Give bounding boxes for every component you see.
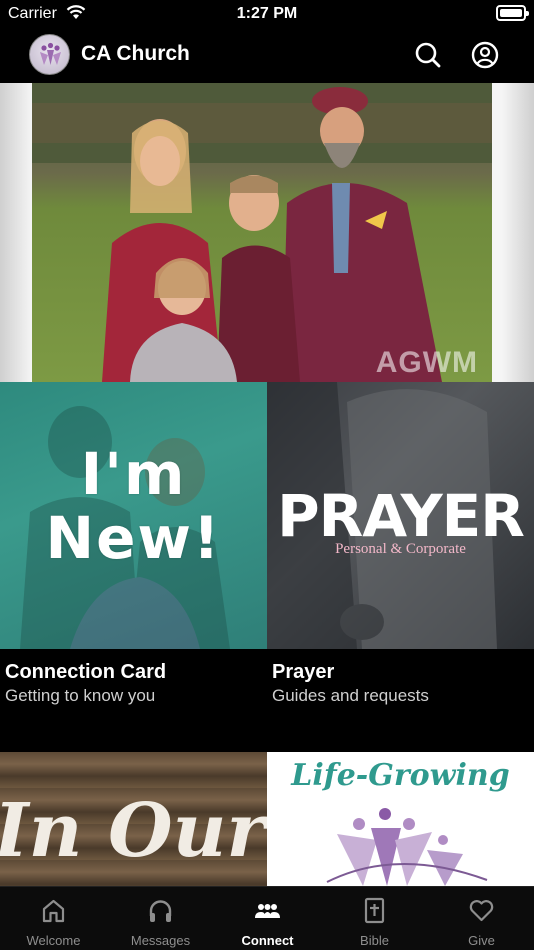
- tab-welcome[interactable]: Welcome: [0, 887, 107, 950]
- tab-messages[interactable]: Messages: [107, 887, 214, 950]
- battery-icon: [496, 5, 529, 21]
- family-illustration: [32, 83, 492, 382]
- tab-give[interactable]: Give: [428, 887, 534, 950]
- tab-label: Give: [468, 933, 495, 948]
- search-icon[interactable]: [411, 38, 445, 72]
- family-photo: AGWM: [32, 83, 492, 382]
- app-title: CA Church: [81, 42, 190, 65]
- in-our-text: In Our: [0, 788, 266, 874]
- life-growing-tile[interactable]: Life-Growing: [267, 752, 534, 886]
- tab-bible[interactable]: Bible: [321, 887, 428, 950]
- life-growing-image: Life-Growing: [267, 752, 534, 886]
- tab-bar: Welcome Messages Connect Bible Give: [0, 886, 534, 950]
- bible-icon: [364, 897, 385, 924]
- tab-label: Welcome: [26, 933, 81, 948]
- im-new-text: I'm New!: [45, 440, 222, 572]
- prayer-subheading: Personal & Corporate: [335, 541, 466, 557]
- im-new-image: I'm New!: [0, 382, 267, 649]
- heart-icon: [469, 900, 494, 922]
- account-icon[interactable]: [468, 38, 502, 72]
- prayer-image: PRAYER Personal & Corporate: [267, 382, 534, 649]
- tile-subtitle: Getting to know you: [5, 686, 156, 705]
- church-logo: [29, 34, 70, 75]
- tile-title: Connection Card: [5, 661, 167, 683]
- prayer-heading: PRAYER: [277, 482, 525, 550]
- logo-figures-icon: [40, 42, 61, 65]
- hero-carousel[interactable]: AGWM: [0, 83, 534, 382]
- clock: 1:27 PM: [236, 5, 298, 22]
- app-header: CA Church: [0, 28, 534, 83]
- status-bar: Carrier 1:27 PM: [0, 0, 534, 28]
- people-icon: [255, 904, 280, 918]
- tab-label: Connect: [241, 933, 294, 948]
- figures-logo-icon: [326, 808, 488, 886]
- tab-label: Messages: [130, 933, 191, 948]
- connection-card-tile[interactable]: I'm New! Connection Card Getting to know…: [0, 382, 267, 752]
- tab-label: Bible: [360, 933, 389, 948]
- in-our-tile[interactable]: In Our: [0, 752, 267, 886]
- tile-subtitle: Guides and requests: [272, 686, 429, 705]
- prayer-tile[interactable]: PRAYER Personal & Corporate Prayer Guide…: [267, 382, 534, 752]
- tile-title: Prayer: [272, 661, 335, 683]
- hero-watermark: AGWM: [375, 346, 478, 379]
- home-icon: [42, 899, 65, 923]
- headphones-icon: [149, 900, 172, 922]
- wood-image: In Our: [0, 752, 267, 886]
- tab-connect[interactable]: Connect: [214, 887, 321, 950]
